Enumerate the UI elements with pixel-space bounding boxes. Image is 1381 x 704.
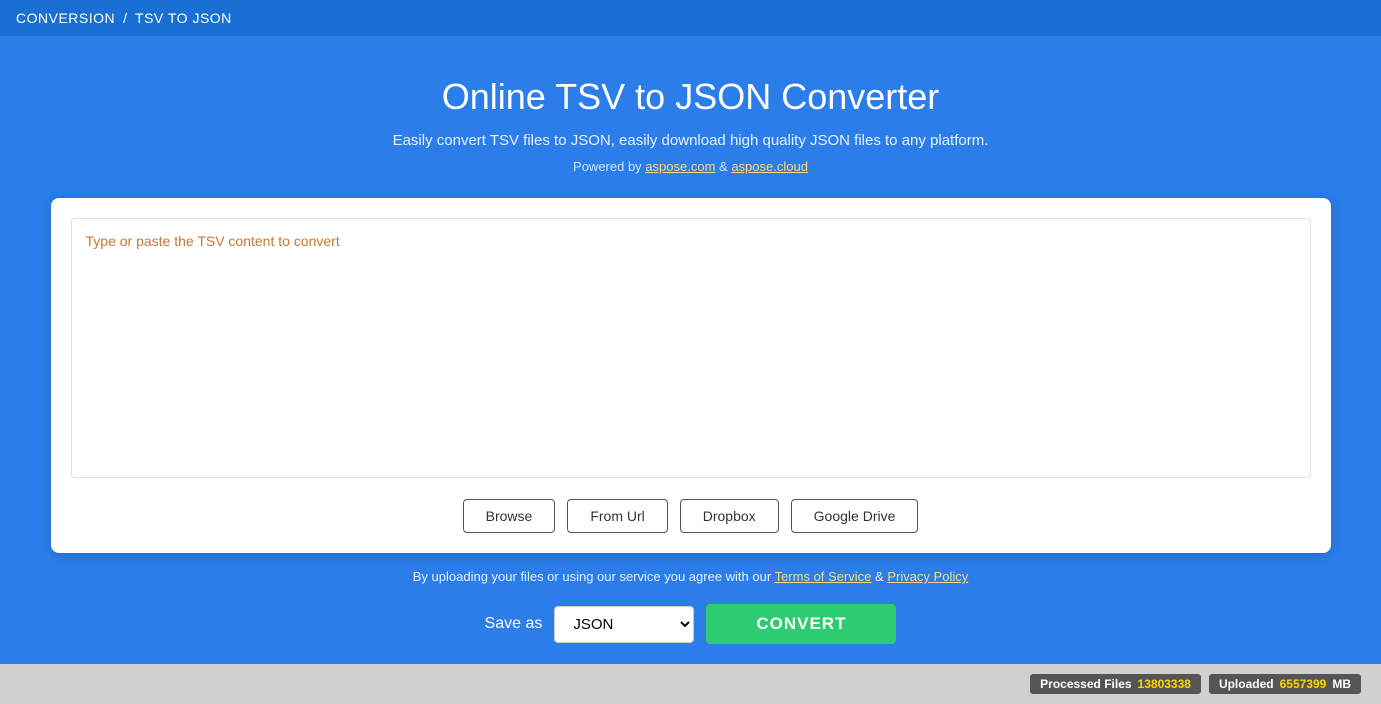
footer-bar: Processed Files 13803338 Uploaded 655739… (0, 664, 1381, 704)
uploaded-value: 6557399 (1280, 677, 1327, 691)
aspose-cloud-link[interactable]: aspose.cloud (731, 159, 808, 174)
uploaded-label: Uploaded (1219, 677, 1274, 691)
save-as-label: Save as (485, 615, 543, 633)
processed-files-badge: Processed Files 13803338 (1030, 674, 1201, 694)
save-as-row: Save as JSON CSV XML CONVERT (485, 604, 897, 644)
powered-by-amp: & (719, 159, 728, 174)
terms-amp: & (875, 569, 884, 584)
uploaded-unit: MB (1332, 677, 1351, 691)
processed-files-label: Processed Files (1040, 677, 1131, 691)
from-url-button[interactable]: From Url (567, 499, 667, 533)
uploaded-badge: Uploaded 6557399 MB (1209, 674, 1361, 694)
terms-prefix: ​By uploading your files or using our se… (413, 569, 775, 584)
powered-by-prefix: Powered by (573, 159, 642, 174)
terms-row: ​By uploading your files or using our se… (413, 569, 968, 584)
top-bar: CONVERSION / TSV TO JSON (0, 0, 1381, 36)
page-subtitle: Easily convert TSV files to JSON, easily… (393, 132, 989, 149)
file-source-buttons: Browse From Url Dropbox Google Drive (71, 499, 1311, 533)
breadcrumb-tsv-to-json[interactable]: TSV TO JSON (135, 10, 232, 26)
google-drive-button[interactable]: Google Drive (791, 499, 919, 533)
aspose-com-link[interactable]: aspose.com (645, 159, 715, 174)
terms-of-service-link[interactable]: Terms of Service (775, 569, 872, 584)
breadcrumb-separator: / (123, 10, 127, 26)
converter-card: Browse From Url Dropbox Google Drive (51, 198, 1331, 553)
powered-by: Powered by aspose.com & aspose.cloud (573, 159, 808, 174)
page-title: Online TSV to JSON Converter (442, 76, 940, 118)
tsv-input[interactable] (71, 218, 1311, 478)
dropbox-button[interactable]: Dropbox (680, 499, 779, 533)
convert-button[interactable]: CONVERT (706, 604, 896, 644)
privacy-policy-link[interactable]: Privacy Policy (887, 569, 968, 584)
format-select[interactable]: JSON CSV XML (554, 606, 694, 643)
breadcrumb-conversion[interactable]: CONVERSION (16, 10, 115, 26)
main-content: Online TSV to JSON Converter Easily conv… (0, 36, 1381, 664)
browse-button[interactable]: Browse (463, 499, 556, 533)
processed-files-value: 13803338 (1138, 677, 1191, 691)
